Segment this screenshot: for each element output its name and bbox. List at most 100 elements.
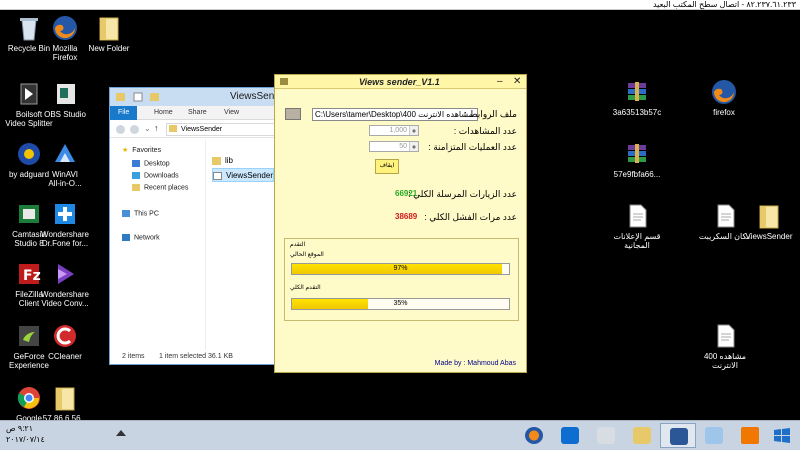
back-icon[interactable]	[116, 125, 125, 134]
file-explorer-icon	[633, 427, 651, 444]
views-count-stepper[interactable]: 1,000	[369, 125, 419, 136]
taskbar-settings[interactable]	[588, 423, 624, 448]
desktop-icon-label: 57e9fbfa66...	[613, 170, 661, 179]
tab-view[interactable]: View	[216, 106, 247, 120]
nav-favorites-label: Favorites	[132, 146, 162, 154]
show-hidden-icons-icon[interactable]	[116, 430, 126, 436]
views-sender-window[interactable]: Views sender_V1.1 – ✕ C:\Users\tamer\Des…	[274, 74, 527, 373]
file-item-lib[interactable]: lib	[212, 154, 274, 168]
status-item-count: 2 items	[122, 353, 145, 360]
application-icon	[213, 171, 222, 180]
links-file-path-input[interactable]: C:\Users\tamer\Desktop\مشاهده الانترنت 4…	[312, 108, 478, 121]
desktop-icon-viewssender-folder[interactable]: ViewsSender	[740, 202, 798, 241]
taskbar-notepad[interactable]	[696, 423, 732, 448]
notepad-icon	[705, 427, 723, 444]
address-path[interactable]: ViewsSender	[166, 123, 278, 136]
tab-file[interactable]: File	[110, 106, 138, 120]
tab-home[interactable]: Home	[146, 106, 181, 120]
taskbar-firefox[interactable]	[516, 423, 552, 448]
taskbar-remote-desktop[interactable]	[660, 423, 696, 448]
windows-icon	[774, 428, 790, 443]
explorer-file-list: lib ViewsSender	[212, 154, 274, 182]
taskbar-start[interactable]	[764, 423, 800, 448]
nav-downloads[interactable]: Downloads	[132, 172, 179, 179]
nav-favorites[interactable]: ★ Favorites	[122, 146, 161, 154]
desktop-icon-drfone[interactable]: Wondershare Dr.Fone for...	[36, 200, 94, 248]
site-progress-label: الموقع الحالي	[290, 252, 324, 258]
folder-icon	[212, 156, 221, 165]
nav-desktop-label: Desktop	[144, 160, 170, 168]
folder-icon	[51, 384, 79, 412]
desktop-icon	[132, 160, 140, 167]
stepper-arrows-icon[interactable]	[409, 126, 418, 135]
desktop-icon-archive-2[interactable]: 57e9fbfa66...	[608, 140, 666, 179]
rdp-title: ٨٢.٢٣٧.٦١.٢٣٣ - اتصال سطح المكتب البعيد	[652, 0, 796, 9]
views-count-value: 1,000	[389, 127, 407, 134]
desktop-icon-label: Wondershare Dr.Fone for...	[41, 230, 89, 248]
teamviewer-icon	[561, 427, 579, 444]
browse-folder-button[interactable]	[285, 108, 301, 120]
author-credit: Made by : Mahmoud Abas	[434, 360, 516, 367]
document-icon	[623, 202, 651, 230]
folder-icon	[169, 125, 177, 132]
desktop-icon-new-folder[interactable]: New Folder	[80, 14, 138, 53]
folder-icon	[755, 202, 783, 230]
views-sender-title-bar[interactable]: Views sender_V1.1 – ✕	[275, 75, 526, 89]
nav-network[interactable]: Network	[122, 234, 160, 241]
status-selected: 1 item selected	[159, 353, 207, 360]
forward-icon[interactable]	[130, 125, 139, 134]
nav-this-pc[interactable]: This PC	[122, 210, 159, 217]
settings-icon	[597, 427, 615, 444]
stop-button[interactable]: ايقاف	[375, 159, 399, 174]
clock-date[interactable]: ٢٠١٧/٠٧/١٤	[6, 435, 45, 444]
explorer-navigation-pane: ★ Favorites Desktop Downloads Recent plac…	[110, 140, 206, 350]
taskbar-teamviewer[interactable]	[552, 423, 588, 448]
quick-access-toolbar-icons[interactable]	[116, 92, 176, 103]
desktop-icon-400-views-doc[interactable]: مشاهده 400 الانترنت	[696, 322, 754, 370]
desktop-icon-ccleaner[interactable]: CCleaner	[36, 322, 94, 361]
taskbar-vlc[interactable]	[732, 423, 768, 448]
tab-share[interactable]: Share	[180, 106, 215, 120]
desktop-icon-label: قسم الإعلانات المجانية	[613, 232, 661, 250]
file-name: lib	[225, 156, 234, 165]
desktop-icon-label: WinAVI All-in-O...	[48, 170, 82, 188]
file-explorer-window[interactable]: ViewsSender File Home Share View ⌄ ↑ Vie…	[109, 87, 289, 365]
desktop-icon-firefox-folder[interactable]: firefox	[695, 78, 753, 117]
chevron-down-icon[interactable]: ⌄	[144, 124, 151, 133]
total-sent-label: عدد الزيارات المرسلة الكلي :	[408, 189, 517, 199]
parallel-count-label: عدد العمليات المتزامنة :	[428, 142, 517, 152]
firefox-icon	[525, 427, 543, 444]
nav-network-label: Network	[134, 234, 160, 242]
desktop-icon-obs[interactable]: OBS Studio	[36, 80, 94, 119]
ccleaner-icon	[51, 322, 79, 350]
stepper-arrows-icon[interactable]	[409, 142, 418, 151]
desktop-icon-free-ads-doc[interactable]: قسم الإعلانات المجانية	[608, 202, 666, 250]
desktop-icon-label: ViewsSender	[745, 232, 793, 241]
up-arrow-icon[interactable]: ↑	[154, 123, 159, 133]
close-icon[interactable]: ✕	[513, 75, 521, 88]
nav-desktop[interactable]: Desktop	[132, 160, 170, 167]
desktop-icon-folder-2[interactable]: 57.86.6.56...	[36, 384, 94, 423]
taskbar: ٩:٢١ ص ٢٠١٧/٠٧/١٤	[0, 420, 800, 450]
parallel-count-stepper[interactable]: 50	[369, 141, 419, 152]
recent-places-icon	[132, 184, 140, 191]
file-item-viewssender[interactable]: ViewsSender	[212, 168, 274, 182]
desktop-icon-label: Wondershare Video Conv...	[41, 290, 89, 308]
folder-icon	[95, 14, 123, 42]
nav-recent-places[interactable]: Recent places	[132, 184, 188, 191]
minimize-icon[interactable]: –	[497, 75, 503, 88]
desktop-icon-archive-1[interactable]: 3a63513b57c	[608, 78, 666, 117]
winrar-icon	[623, 78, 651, 106]
explorer-title-bar[interactable]: ViewsSender	[110, 88, 289, 106]
total-progress-bar: 35%	[291, 298, 510, 310]
site-progress-percent: 97%	[393, 265, 408, 272]
taskbar-file-explorer[interactable]	[624, 423, 660, 448]
desktop-icon-winavi[interactable]: WinAVI All-in-O...	[36, 140, 94, 188]
clock-time[interactable]: ٩:٢١ ص	[6, 424, 33, 433]
firefox-icon	[51, 14, 79, 42]
desktop-icon-video-converter[interactable]: Wondershare Video Conv...	[36, 260, 94, 308]
explorer-address-bar: ⌄ ↑ ViewsSender	[110, 120, 278, 138]
firefox-icon	[710, 78, 738, 106]
winavi-icon	[51, 140, 79, 168]
app-icon	[280, 78, 288, 85]
